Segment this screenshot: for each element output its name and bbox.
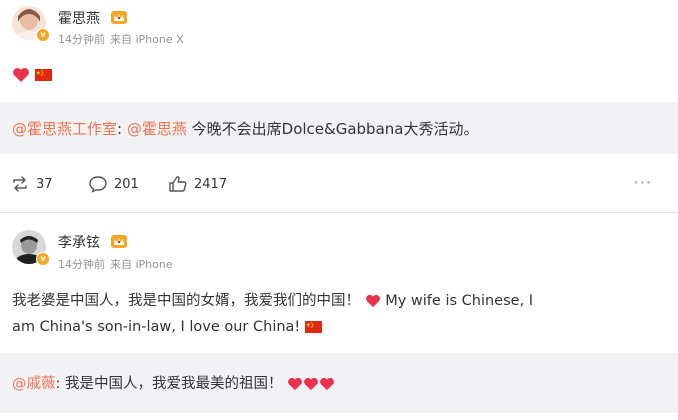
- comment-button[interactable]: 201: [88, 171, 139, 197]
- mention-link[interactable]: @霍思燕工作室: [12, 120, 117, 138]
- repost-body: : 我是中国人，我爱我最美的祖国！: [55, 376, 283, 392]
- like-button[interactable]: 2417: [168, 171, 227, 197]
- comment-icon: [89, 176, 107, 193]
- author-name[interactable]: 霍思燕: [58, 8, 100, 28]
- vip-crown-icon: [111, 11, 127, 24]
- heart-icon: [13, 67, 29, 82]
- post-card: v 霍思燕 14分钟前 来自 iPhone X @霍思燕工作室: @霍思燕 今晚…: [0, 0, 678, 213]
- action-bar: 37 201 2417 ···: [0, 171, 678, 197]
- verified-icon: v: [36, 28, 50, 42]
- post-content-line2: am China's son-in-law, I love our China!: [12, 315, 322, 339]
- post-meta: 14分钟前 来自 iPhone X: [58, 31, 189, 47]
- post-meta: 14分钟前 来自 iPhone: [58, 256, 178, 272]
- post-card: v 李承铉 14分钟前 来自 iPhone 我老婆是中国人，我是中国的女婿，我爱我…: [0, 213, 678, 420]
- repost-body: 今晚不会出席Dolce&Gabbana大秀活动。: [191, 120, 479, 138]
- post-time[interactable]: 14分钟前: [58, 258, 105, 271]
- post-source: 来自 iPhone X: [110, 33, 184, 46]
- post-content: 我老婆是中国人，我是中国的女婿，我爱我们的中国！ My wife is Chin…: [12, 289, 533, 313]
- heart-icon: [320, 377, 335, 391]
- vip-crown-icon: [111, 235, 127, 248]
- author-name[interactable]: 李承铉: [58, 232, 100, 252]
- china-flag-icon: [304, 321, 322, 333]
- repost-box[interactable]: @霍思燕工作室: @霍思燕 今晚不会出席Dolce&Gabbana大秀活动。: [0, 102, 678, 154]
- more-options-button[interactable]: ···: [634, 173, 652, 192]
- thumbs-up-icon: [169, 176, 187, 192]
- post-text-line1-en: My wife is Chinese, I: [385, 293, 534, 309]
- like-count: 2417: [194, 176, 228, 192]
- post-content: [12, 62, 52, 86]
- repost-button[interactable]: 37: [10, 171, 53, 197]
- repost-text: @戚薇: 我是中国人，我爱我最美的祖国！: [12, 372, 335, 393]
- post-text-line2: am China's son-in-law, I love our China!: [12, 319, 301, 335]
- comment-count: 201: [114, 176, 139, 192]
- repost-text: @霍思燕工作室: @霍思燕 今晚不会出席Dolce&Gabbana大秀活动。: [12, 118, 478, 139]
- post-text-line1: 我老婆是中国人，我是中国的女婿，我爱我们的中国！: [12, 293, 360, 309]
- mention-link[interactable]: @戚薇: [12, 376, 56, 392]
- china-flag-icon: [34, 68, 52, 81]
- repost-separator: :: [117, 120, 123, 138]
- mention-link[interactable]: @霍思燕: [127, 120, 187, 138]
- repost-icon: [13, 176, 27, 192]
- repost-box[interactable]: @戚薇: 我是中国人，我爱我最美的祖国！: [0, 353, 678, 413]
- heart-icon: [288, 377, 303, 391]
- post-source: 来自 iPhone: [110, 258, 173, 271]
- heart-icon: [304, 377, 319, 391]
- verified-icon: v: [36, 252, 50, 266]
- weibo-feed: v 霍思燕 14分钟前 来自 iPhone X @霍思燕工作室: @霍思燕 今晚…: [0, 0, 678, 420]
- heart-icon: [365, 294, 380, 308]
- repost-count: 37: [36, 176, 53, 192]
- post-time[interactable]: 14分钟前: [58, 33, 105, 46]
